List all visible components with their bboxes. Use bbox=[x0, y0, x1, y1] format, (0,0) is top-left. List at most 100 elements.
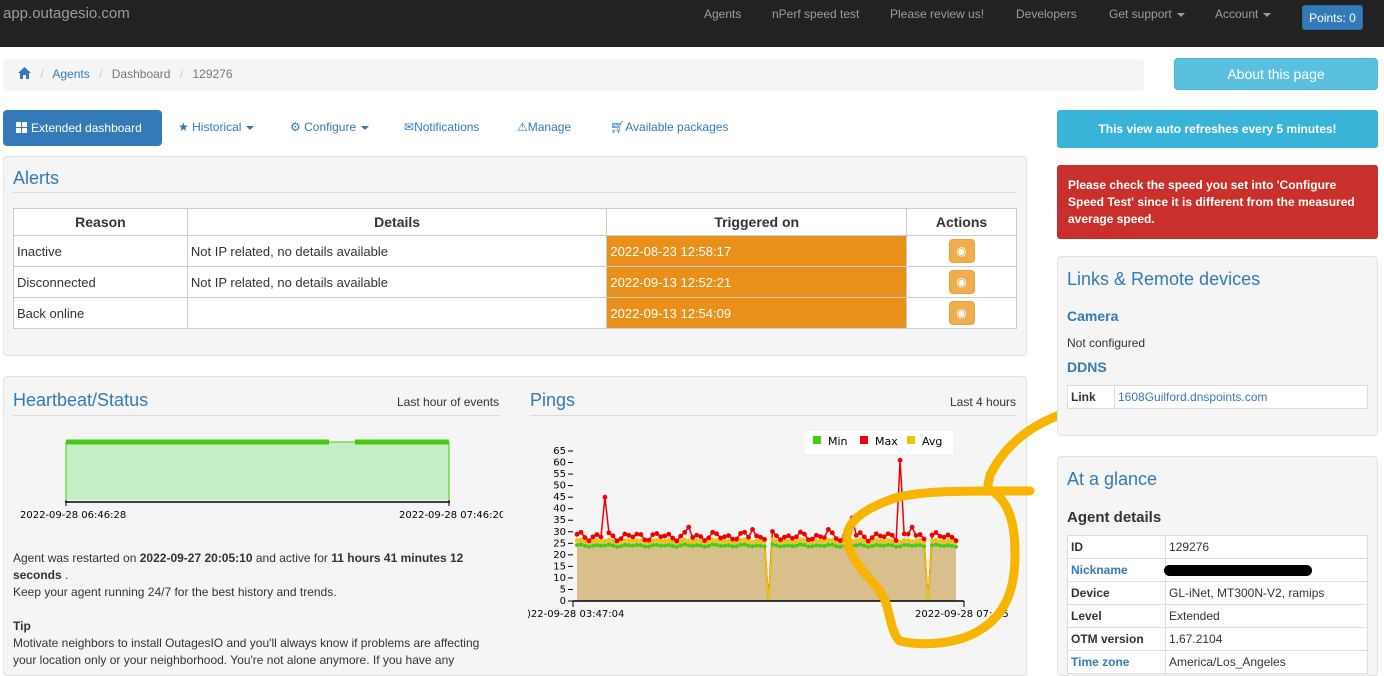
detail-value: GL-iNet, MT300N-V2, ramips bbox=[1165, 581, 1368, 605]
nickname-link[interactable]: Nickname bbox=[1071, 563, 1128, 577]
cell-triggered: 2022-09-13 12:54:09 bbox=[606, 297, 908, 329]
tab-manage-label: Manage bbox=[527, 120, 572, 134]
max-point bbox=[618, 536, 624, 542]
y-tick-label: 55 bbox=[553, 469, 566, 480]
min-point bbox=[602, 543, 607, 548]
legend-min-swatch bbox=[813, 436, 821, 444]
auto-refresh-notice: This view auto refreshes every 5 minutes… bbox=[1057, 110, 1378, 148]
avg-point bbox=[634, 538, 639, 543]
eye-icon: ◉ bbox=[956, 244, 967, 258]
heartbeat-end-label: 2022-09-28 07:46:20 bbox=[399, 510, 503, 521]
tip-text: Motivate neighbors to install OutagesIO … bbox=[13, 636, 480, 667]
table-row: Time zone America/Los_Angeles bbox=[1067, 650, 1368, 674]
nav-review[interactable]: Please review us! bbox=[890, 7, 984, 21]
max-point bbox=[805, 537, 811, 543]
max-point bbox=[682, 529, 688, 535]
tab-extended-dashboard[interactable]: Extended dashboard bbox=[3, 110, 162, 146]
links-title: Links & Remote devices bbox=[1067, 269, 1261, 289]
heartbeat-range: Last hour of events bbox=[397, 395, 500, 409]
breadcrumb-agent-id: 129276 bbox=[192, 67, 233, 81]
max-point bbox=[586, 538, 592, 544]
avg-point bbox=[594, 538, 599, 543]
home-icon[interactable] bbox=[18, 67, 31, 81]
nav-nperf[interactable]: nPerf speed test bbox=[772, 7, 859, 21]
breadcrumb-separator: / bbox=[99, 67, 103, 81]
min-point bbox=[734, 544, 739, 549]
nav-developers[interactable]: Developers bbox=[1016, 7, 1077, 21]
min-point bbox=[682, 542, 687, 547]
y-tick-label: 5 bbox=[560, 584, 566, 595]
max-point bbox=[734, 536, 739, 542]
divider bbox=[13, 192, 1017, 193]
min-point bbox=[818, 543, 823, 548]
cell-details: Not IP related, no details available bbox=[186, 235, 608, 267]
detail-value: 1 bbox=[1163, 558, 1368, 582]
max-point bbox=[638, 532, 644, 537]
table-row: Nickname 1 bbox=[1067, 558, 1368, 582]
restart-suffix: . bbox=[61, 568, 69, 582]
max-point bbox=[706, 535, 712, 541]
nav-agents[interactable]: Agents bbox=[704, 7, 741, 21]
min-point bbox=[786, 543, 791, 548]
tip-title: Tip bbox=[13, 619, 31, 633]
about-page-button[interactable]: About this page bbox=[1174, 58, 1378, 90]
nav-account[interactable]: Account bbox=[1215, 7, 1272, 21]
chevron-down-icon bbox=[1263, 12, 1272, 17]
y-tick-label: 65 bbox=[553, 446, 566, 457]
avg-point bbox=[590, 539, 595, 544]
min-point bbox=[746, 543, 751, 548]
ddns-link[interactable]: 1608Guilford.dnspoints.com bbox=[1118, 390, 1267, 404]
avg-point bbox=[802, 538, 807, 543]
min-point bbox=[618, 544, 623, 549]
detail-value: America/Los_Angeles bbox=[1165, 650, 1368, 674]
eye-icon: ◉ bbox=[956, 306, 967, 320]
pings-y-axis: 65605550454035302520151050 bbox=[553, 446, 573, 607]
max-point bbox=[582, 535, 588, 540]
min-point bbox=[654, 542, 659, 547]
tab-available-packages[interactable]: 🛒︎Available packages bbox=[610, 120, 728, 134]
view-alert-button[interactable]: ◉ bbox=[948, 301, 975, 325]
min-point bbox=[658, 543, 663, 548]
min-point bbox=[802, 542, 807, 547]
min-point bbox=[666, 543, 671, 548]
camera-title[interactable]: Camera bbox=[1067, 308, 1118, 324]
tab-historical[interactable]: ★ Historical bbox=[178, 120, 255, 134]
max-point bbox=[678, 533, 684, 539]
tab-historical-label: Historical bbox=[192, 120, 242, 134]
tab-notifications[interactable]: ✉Notifications bbox=[404, 120, 479, 134]
points-button[interactable]: Points: 0 bbox=[1302, 5, 1363, 30]
cell-actions: ◉ bbox=[906, 266, 1017, 298]
brand-link[interactable]: app.outagesio.com bbox=[3, 5, 130, 22]
view-alert-button[interactable]: ◉ bbox=[948, 270, 975, 294]
y-tick-label: 40 bbox=[553, 504, 566, 515]
min-point bbox=[798, 542, 803, 547]
hand-drawn-annotation bbox=[842, 408, 1070, 649]
alerts-title: Alerts bbox=[13, 168, 60, 188]
max-point bbox=[778, 537, 783, 543]
min-point bbox=[750, 544, 755, 549]
tab-manage[interactable]: ⚠Manage bbox=[517, 120, 571, 134]
avg-point bbox=[610, 538, 615, 543]
nav-get-support[interactable]: Get support bbox=[1109, 7, 1185, 21]
min-point bbox=[622, 542, 627, 547]
timezone-link[interactable]: Time zone bbox=[1071, 655, 1129, 669]
warning-icon: ⚠ bbox=[517, 120, 528, 134]
redaction-mark bbox=[1163, 565, 1312, 577]
max-point bbox=[578, 529, 584, 535]
grid-icon bbox=[16, 122, 27, 133]
avg-point bbox=[602, 538, 607, 543]
min-point bbox=[718, 544, 723, 549]
tab-configure[interactable]: ⚙ Configure bbox=[290, 120, 370, 134]
min-point bbox=[642, 544, 647, 549]
avg-point bbox=[658, 539, 663, 544]
breadcrumb-separator: / bbox=[179, 67, 184, 81]
y-tick-label: 25 bbox=[553, 538, 566, 549]
col-details: Details bbox=[186, 208, 608, 236]
min-point bbox=[582, 543, 587, 548]
speed-warning: Please check the speed you set into 'Con… bbox=[1057, 165, 1378, 239]
view-alert-button[interactable]: ◉ bbox=[948, 239, 975, 263]
breadcrumb-agents[interactable]: Agents bbox=[52, 67, 89, 81]
avg-point bbox=[722, 539, 727, 544]
detail-key: Time zone bbox=[1067, 650, 1166, 674]
y-tick-label: 60 bbox=[553, 458, 566, 469]
